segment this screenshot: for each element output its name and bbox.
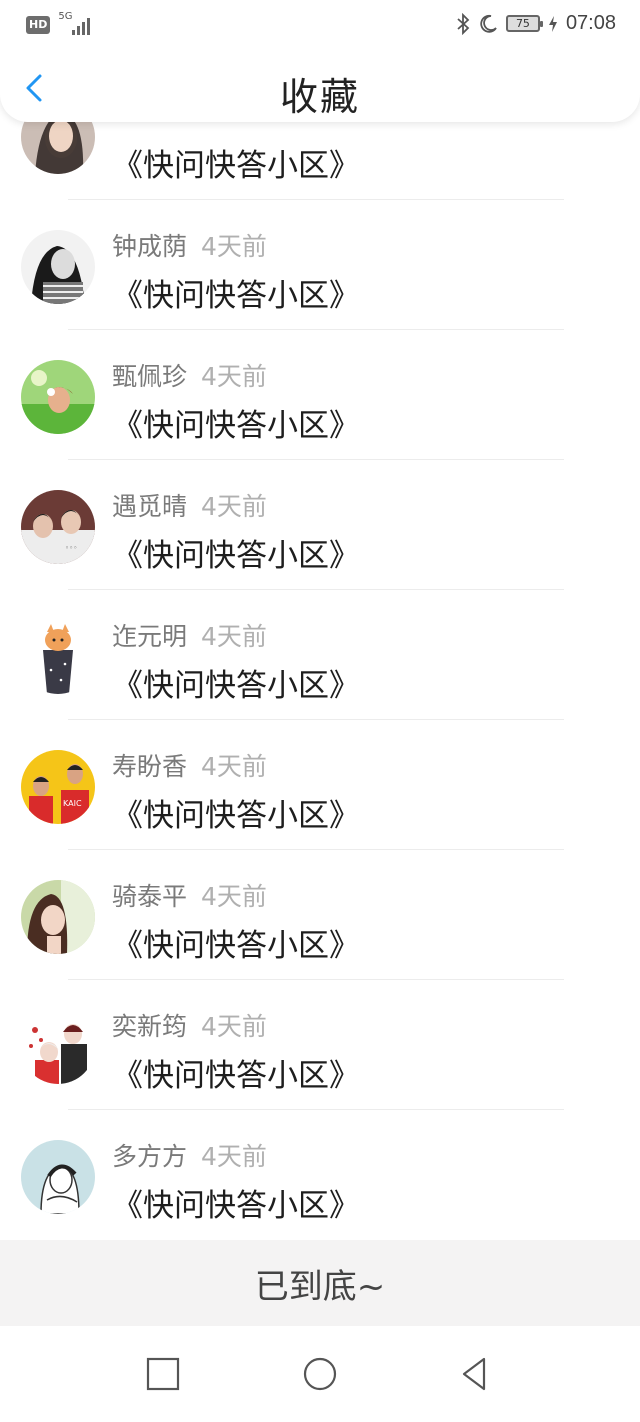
item-meta: 遇觅晴 4天前 [112,487,267,523]
avatar[interactable] [21,1010,95,1084]
list-item[interactable]: 多方方 4天前 《快问快答小区》 [0,1110,640,1240]
time-ago: 4天前 [201,1012,267,1041]
svg-text:KAIC: KAIC [63,799,82,808]
avatar[interactable] [21,620,95,694]
hd-badge: HD [26,16,51,34]
time-ago: 4天前 [201,882,267,911]
item-meta: 迮元明 4天前 [112,617,267,653]
square-icon [146,1357,180,1391]
list-item[interactable]: 甄佩珍 4天前 《快问快答小区》 [0,330,640,460]
favorites-list: 《快问快答小区》 钟成荫 4天前 《快问快答小区》 甄佩珍 4天前 《快问快答小区》… [0,70,640,1240]
item-meta: 钟成荫 4天前 [112,227,267,263]
end-of-list: 已到底~ [0,1240,640,1326]
home-button[interactable] [300,1354,340,1394]
battery-icon: 75 [505,15,543,32]
back-nav-button[interactable] [456,1354,496,1394]
status-left: HD 5G [26,11,94,37]
circle-icon [303,1357,337,1391]
page-title: 收藏 [279,75,360,119]
list-item[interactable]: KAIC 寿盼香 4天前 《快问快答小区》 [0,720,640,850]
battery-level: 75 [515,17,530,30]
title-bar: 收藏 [0,56,640,122]
item-title[interactable]: 《快问快答小区》 [112,790,360,835]
avatar[interactable]: KAIC [21,750,95,824]
item-title[interactable]: 《快问快答小区》 [112,660,360,705]
item-meta: 奕新筠 4天前 [112,1007,267,1043]
status-bar: HD 5G 75 07:08 [0,0,640,50]
item-meta: 寿盼香 4天前 [112,747,267,783]
item-meta: 甄佩珍 4天前 [112,357,267,393]
avatar[interactable]: ◦◦◦ [21,490,95,564]
time-ago: 4天前 [201,622,267,651]
list-item[interactable]: 骑泰平 4天前 《快问快答小区》 [0,850,640,980]
author-name: 甄佩珍 [112,362,188,391]
svg-text:◦◦◦: ◦◦◦ [65,544,77,552]
time-ago: 4天前 [201,1142,267,1171]
item-title[interactable]: 《快问快答小区》 [112,530,360,575]
triangle-back-icon [462,1357,486,1391]
end-text: 已到底~ [254,1266,386,1307]
status-right: 75 07:08 [456,12,616,35]
item-title[interactable]: 《快问快答小区》 [112,140,360,185]
list-item[interactable]: 迮元明 4天前 《快问快答小区》 [0,590,640,720]
charging-icon [548,15,557,32]
avatar[interactable] [21,360,95,434]
avatar[interactable] [21,880,95,954]
list-item[interactable]: 奕新筠 4天前 《快问快答小区》 [0,980,640,1110]
author-name: 钟成荫 [112,232,188,261]
time-ago: 4天前 [201,752,267,781]
list-item[interactable]: 钟成荫 4天前 《快问快答小区》 [0,200,640,330]
bluetooth-icon [457,12,470,35]
author-name: 遇觅晴 [112,492,188,521]
time-ago: 4天前 [201,362,267,391]
avatar[interactable] [21,230,95,304]
author-name: 迮元明 [112,622,188,651]
author-name: 奕新筠 [112,1012,188,1041]
avatar[interactable] [21,1140,95,1214]
item-title[interactable]: 《快问快答小区》 [112,920,360,965]
signal-icon: 5G [58,11,94,37]
system-nav-bar [0,1326,640,1422]
author-name: 骑泰平 [112,882,188,911]
list-item[interactable]: ◦◦◦ 遇觅晴 4天前 《快问快答小区》 [0,460,640,590]
item-title[interactable]: 《快问快答小区》 [112,400,360,445]
header: HD 5G 75 07:08 收藏 [0,0,640,122]
author-name: 寿盼香 [112,752,188,781]
item-title[interactable]: 《快问快答小区》 [112,270,360,315]
moon-icon [480,14,497,33]
network-type: 5G [58,11,73,22]
time-ago: 4天前 [201,232,267,261]
recent-apps-button[interactable] [143,1354,183,1394]
clock: 07:08 [565,12,616,34]
author-name: 多方方 [112,1142,188,1171]
item-meta: 骑泰平 4天前 [112,877,267,913]
item-meta: 多方方 4天前 [112,1137,267,1173]
time-ago: 4天前 [201,492,267,521]
item-title[interactable]: 《快问快答小区》 [112,1180,360,1225]
item-title[interactable]: 《快问快答小区》 [112,1050,360,1095]
